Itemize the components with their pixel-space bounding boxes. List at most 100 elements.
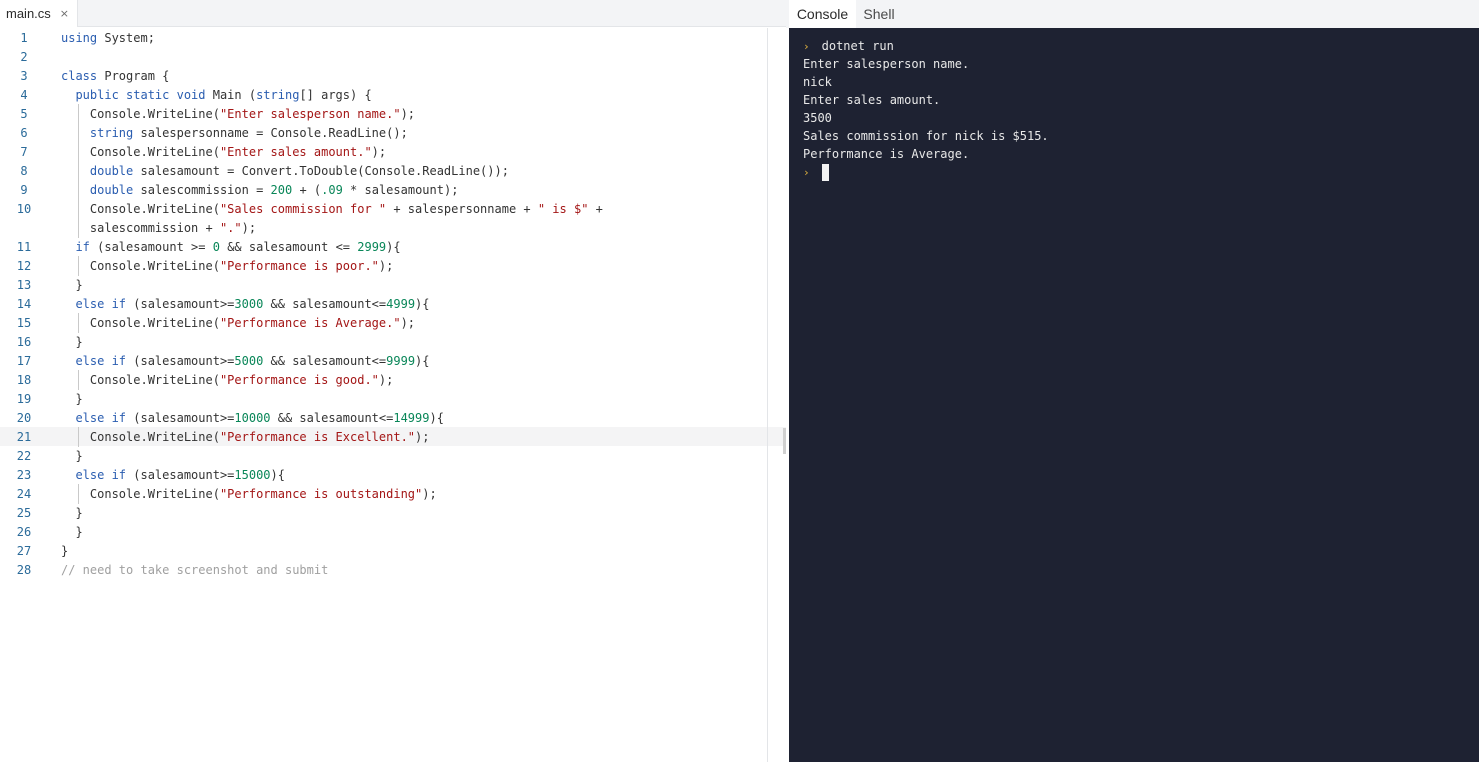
code-token: );: [378, 258, 394, 273]
code-token: );: [415, 429, 430, 444]
code-text: else if (salesamount>=10000 && salesamou…: [61, 410, 443, 425]
code-line[interactable]: 7 Console.WriteLine("Enter sales amount.…: [0, 142, 786, 161]
code-line[interactable]: 13 }: [0, 275, 786, 294]
code-token: salespersonname = Console.ReadLine();: [133, 125, 408, 140]
code-text: Console.WriteLine("Performance is Excell…: [61, 429, 430, 444]
code-line[interactable]: 8 double salesamount = Convert.ToDouble(…: [0, 161, 786, 180]
code-token: // need to take screenshot and submit: [61, 562, 329, 577]
code-token: double: [89, 182, 134, 197]
code-token: Console.WriteLine(: [61, 486, 220, 501]
code-line[interactable]: 1 using System;: [0, 28, 786, 47]
code-line[interactable]: 25 }: [0, 503, 786, 522]
code-line[interactable]: 23 else if (salesamount>=15000){: [0, 465, 786, 484]
line-number: 22: [16, 448, 32, 463]
code-area[interactable]: 28// need to take screenshot and submit 2…: [0, 28, 786, 762]
line-number: 24: [16, 486, 32, 501]
output-line: Performance is Average.: [803, 147, 970, 161]
code-line[interactable]: 2: [0, 47, 786, 66]
code-line[interactable]: 6 string salespersonname = Console.ReadL…: [0, 123, 786, 142]
code-line[interactable]: 24 Console.WriteLine("Performance is out…: [0, 484, 786, 503]
code-token: .09: [321, 182, 343, 197]
code-token: salescommission =: [133, 182, 271, 197]
code-text: double salescommission = 200 + (.09 * sa…: [61, 182, 459, 197]
code-token: );: [400, 315, 416, 330]
code-text: }: [61, 525, 82, 539]
code-token: 200: [270, 182, 293, 197]
line-number: 8: [20, 163, 28, 178]
code-line[interactable]: 26 }: [0, 522, 786, 541]
code-line[interactable]: 12 Console.WriteLine("Performance is poo…: [0, 256, 786, 275]
code-token: "Performance is poor.": [219, 258, 379, 273]
indent-guide: [78, 256, 79, 276]
code-token: 10000: [234, 410, 271, 425]
indent-guide: [78, 427, 79, 447]
code-line[interactable]: 4 public static void Main (string[] args…: [0, 85, 786, 104]
code-line[interactable]: 9 double salescommission = 200 + (.09 * …: [0, 180, 786, 199]
indent-guide: [78, 370, 79, 390]
code-text: Console.WriteLine("Enter sales amount.")…: [61, 145, 386, 159]
code-token: Console.WriteLine(: [61, 144, 220, 159]
line-number: 26: [16, 524, 32, 539]
code-text: public static void Main (string[] args) …: [61, 87, 371, 102]
code-text: Console.WriteLine("Performance is good."…: [61, 373, 393, 387]
prompt-chevron-icon: ›: [803, 165, 810, 179]
code-line[interactable]: 18 Console.WriteLine("Performance is goo…: [0, 370, 786, 389]
code-token: 3000: [234, 296, 264, 311]
code-token: }: [61, 505, 83, 520]
code-token: string: [89, 125, 134, 140]
code-line[interactable]: salescommission + ".");: [0, 218, 786, 237]
code-token: Console.WriteLine(: [61, 429, 220, 444]
output-line: nick: [803, 75, 832, 89]
code-line[interactable]: 20 else if (salesamount>=10000 && salesa…: [0, 408, 786, 427]
code-text: Console.WriteLine("Performance is Averag…: [61, 316, 415, 330]
code-token: salesamount = Convert.ToDouble(Console.R…: [133, 163, 509, 178]
code-line[interactable]: 27}: [0, 541, 786, 560]
code-token: Console.WriteLine(: [61, 106, 220, 121]
code-line[interactable]: 10 Console.WriteLine("Sales commission f…: [0, 199, 786, 218]
code-token: "Enter salesperson name.": [219, 106, 401, 121]
code-token: }: [61, 448, 83, 463]
code-token: );: [241, 220, 257, 235]
code-line[interactable]: 19 }: [0, 389, 786, 408]
tab-shell[interactable]: Shell: [856, 0, 902, 28]
code-token: && salesamount<=: [263, 353, 387, 368]
code-line[interactable]: 14 else if (salesamount>=3000 && salesam…: [0, 294, 786, 313]
code-line[interactable]: 16 }: [0, 332, 786, 351]
code-token: "Performance is Excellent.": [219, 429, 416, 444]
line-number: 25: [16, 505, 32, 520]
code-line[interactable]: 5 Console.WriteLine("Enter salesperson n…: [0, 104, 786, 123]
line-number: 18: [16, 372, 32, 387]
code-token: (salesamount>=: [126, 467, 235, 482]
tab-console[interactable]: Console: [789, 0, 856, 28]
code-token: string: [256, 87, 300, 102]
code-token: "Performance is Average.": [219, 315, 401, 330]
code-token: );: [400, 106, 416, 121]
code-line[interactable]: 11 if (salesamount >= 0 && salesamount <…: [0, 237, 786, 256]
code-text: Console.WriteLine("Enter salesperson nam…: [61, 107, 415, 121]
code-token: + salespersonname +: [386, 201, 538, 216]
code-token: (salesamount>=: [126, 296, 235, 311]
code-token: 14999: [393, 410, 430, 425]
code-line-active[interactable]: 21 Console.WriteLine("Performance is Exc…: [0, 427, 786, 446]
code-line[interactable]: 22 }: [0, 446, 786, 465]
code-text: string salespersonname = Console.ReadLin…: [61, 126, 408, 140]
code-editor[interactable]: main.cs × 28// need to take screenshot a…: [0, 0, 786, 762]
editor-tab-bar: main.cs ×: [0, 0, 786, 27]
close-icon[interactable]: ×: [60, 8, 69, 19]
code-line[interactable]: 17 else if (salesamount>=5000 && salesam…: [0, 351, 786, 370]
code-text: // need to take screenshot and submit: [61, 563, 328, 577]
code-line[interactable]: 28 // need to take screenshot and submit: [0, 560, 786, 579]
editor-scrollbar[interactable]: [767, 28, 768, 762]
code-line[interactable]: 3 class Program {: [0, 66, 786, 85]
line-number: 23: [16, 467, 32, 482]
file-tab-main-cs[interactable]: main.cs ×: [0, 0, 78, 27]
code-token: +: [588, 201, 603, 216]
code-token: 0: [212, 239, 220, 254]
console-terminal[interactable]: › dotnet run Enter salesperson name. nic…: [789, 28, 1479, 762]
code-token: "Performance is good.": [219, 372, 379, 387]
command-text: dotnet run: [821, 39, 894, 53]
input-prompt-line[interactable]: ›: [803, 163, 829, 181]
code-line[interactable]: 15 Console.WriteLine("Performance is Ave…: [0, 313, 786, 332]
